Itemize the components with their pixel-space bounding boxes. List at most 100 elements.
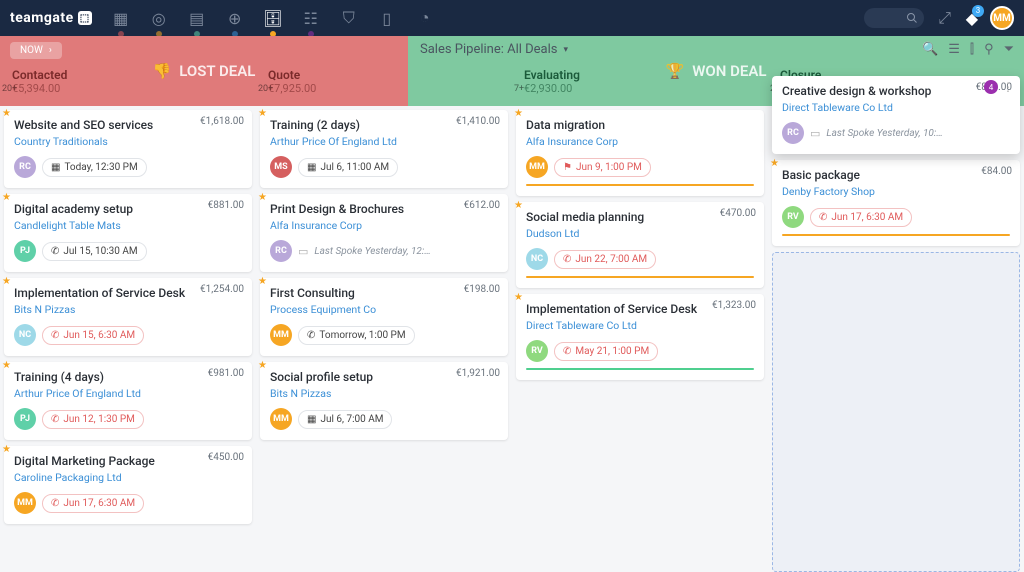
owner-avatar[interactable]: MM: [270, 324, 292, 346]
company-link[interactable]: Direct Tableware Co Ltd: [526, 319, 637, 332]
deal-card[interactable]: ★€612.00Print Design & BrochuresAlfa Ins…: [260, 194, 508, 272]
owner-avatar[interactable]: MS: [270, 156, 292, 178]
owner-avatar[interactable]: RC: [14, 156, 36, 178]
owner-avatar[interactable]: RC: [270, 240, 292, 262]
owner-avatar[interactable]: NC: [526, 248, 548, 270]
owner-avatar[interactable]: RV: [526, 340, 548, 362]
star-icon[interactable]: ★: [2, 108, 11, 119]
column-contacted: 20+ Contacted €5,394.00 ★€1,618.00Websit…: [0, 64, 256, 572]
deal-card[interactable]: ★Data migrationAlfa Insurance CorpMM⚑Jun…: [516, 110, 764, 196]
deal-card[interactable]: ★€1,618.00Website and SEO servicesCountr…: [4, 110, 252, 188]
card-menu-icon[interactable]: ⋮: [1002, 80, 1014, 94]
calendar-icon[interactable]: ☷: [302, 9, 320, 27]
company-link[interactable]: Arthur Price Of England Ltd: [270, 135, 397, 148]
globe-icon[interactable]: ⊕: [226, 9, 244, 27]
lock-icon[interactable]: ⛉: [340, 9, 358, 27]
company-link[interactable]: Bits N Pizzas: [14, 303, 75, 316]
company-link[interactable]: Caroline Packaging Ltd: [14, 471, 122, 484]
owner-avatar[interactable]: PJ: [14, 240, 36, 262]
activity-chip[interactable]: ✆Jun 17, 6:30 AM: [42, 494, 144, 513]
company-icon[interactable]: ▤: [188, 9, 206, 27]
company-link[interactable]: Dudson Ltd: [526, 227, 579, 240]
filter-icon[interactable]: ⏷: [1004, 42, 1014, 57]
owner-avatar[interactable]: NC: [14, 324, 36, 346]
pipeline-board: 👎 LOST DEAL 🏆 WON DEAL NOW › Sales Pipel…: [0, 36, 1024, 572]
deal-card[interactable]: ★€470.00Social media planningDudson LtdN…: [516, 202, 764, 288]
user-avatar[interactable]: MM: [990, 6, 1014, 30]
company-link[interactable]: Denby Factory Shop: [782, 185, 875, 198]
chart-icon[interactable]: ◔: [416, 9, 434, 27]
calendar-icon: ▦: [51, 162, 60, 173]
stats-icon[interactable]: ⫿: [970, 42, 974, 57]
now-filter[interactable]: NOW ›: [10, 42, 62, 59]
note-icon: ▭: [810, 127, 820, 140]
phone-icon: ✆: [307, 330, 315, 341]
owner-avatar[interactable]: RC: [782, 122, 804, 144]
star-icon[interactable]: ★: [2, 192, 11, 203]
company-link[interactable]: Arthur Price Of England Ltd: [14, 387, 141, 400]
activity-chip[interactable]: ✆May 21, 1:00 PM: [554, 342, 658, 361]
owner-avatar[interactable]: MM: [270, 408, 292, 430]
phone-icon: ⚑: [563, 162, 572, 173]
company-link[interactable]: Alfa Insurance Corp: [526, 135, 618, 148]
deals-icon[interactable]: 🗄: [264, 9, 282, 27]
deal-card[interactable]: ★€1,254.00Implementation of Service Desk…: [4, 278, 252, 356]
deal-card[interactable]: ★€1,323.00Implementation of Service Desk…: [516, 294, 764, 380]
star-icon[interactable]: ★: [258, 276, 267, 287]
star-icon[interactable]: ★: [258, 192, 267, 203]
deal-card[interactable]: ★€198.00First ConsultingProcess Equipmen…: [260, 278, 508, 356]
list-icon[interactable]: ☰: [948, 42, 960, 57]
activity-chip[interactable]: ▦Today, 12:30 PM: [42, 158, 147, 177]
company-link[interactable]: Process Equipment Co: [270, 303, 376, 316]
phone-icon: ✆: [51, 414, 59, 425]
activity-chip[interactable]: ✆Jun 12, 1:30 PM: [42, 410, 144, 429]
company-link[interactable]: Direct Tableware Co Ltd: [782, 101, 893, 114]
company-link[interactable]: Country Traditionals: [14, 135, 108, 148]
deal-card[interactable]: ★€450.00Digital Marketing PackageCarolin…: [4, 446, 252, 524]
dashboard-icon[interactable]: ▦: [112, 9, 130, 27]
star-icon[interactable]: ★: [514, 292, 523, 303]
pipeline-title[interactable]: Sales Pipeline: All Deals ▾: [420, 42, 568, 57]
target-icon[interactable]: ◎: [150, 9, 168, 27]
star-icon[interactable]: ★: [770, 158, 779, 169]
column-closure: 2+ Closure €894.00 €800.00 4 ⋮ Creative …: [768, 64, 1024, 572]
deal-card[interactable]: €800.00 4 ⋮ Creative design & workshop D…: [772, 76, 1020, 154]
deal-card[interactable]: ★€1,410.00Training (2 days)Arthur Price …: [260, 110, 508, 188]
owner-avatar[interactable]: RV: [782, 206, 804, 228]
star-icon[interactable]: ★: [258, 360, 267, 371]
star-icon[interactable]: ★: [2, 360, 11, 371]
notifications-icon[interactable]: ◆3: [966, 9, 978, 28]
deal-card[interactable]: ★€1,921.00Social profile setupBits N Piz…: [260, 362, 508, 440]
deal-card[interactable]: ★€881.00Digital academy setupCandlelight…: [4, 194, 252, 272]
owner-avatar[interactable]: PJ: [14, 408, 36, 430]
activity-chip[interactable]: ▦Jul 6, 11:00 AM: [298, 158, 398, 177]
deal-card[interactable]: ★€84.00Basic packageDenby Factory ShopRV…: [772, 160, 1020, 246]
clipboard-icon[interactable]: ▯: [378, 9, 396, 27]
activity-chip[interactable]: ✆Jun 22, 7:00 AM: [554, 250, 656, 269]
owner-avatar[interactable]: MM: [526, 156, 548, 178]
activity-chip[interactable]: ✆Tomorrow, 1:00 PM: [298, 326, 415, 345]
deal-card[interactable]: ★€981.00Training (4 days)Arthur Price Of…: [4, 362, 252, 440]
drop-placeholder[interactable]: [772, 252, 1020, 572]
search-input[interactable]: [864, 8, 924, 28]
pin-icon[interactable]: ⚲: [984, 42, 994, 57]
column-quote: 20+ Quote €7,925.00 ★€1,410.00Training (…: [256, 64, 512, 572]
search-icon[interactable]: 🔍: [922, 42, 938, 57]
logo[interactable]: teamgate⬚: [10, 10, 92, 26]
activity-chip[interactable]: ✆Jun 15, 6:30 AM: [42, 326, 144, 345]
star-icon[interactable]: ★: [2, 276, 11, 287]
activity-count-badge: 4: [984, 80, 998, 94]
activity-chip[interactable]: ✆Jul 15, 10:30 AM: [42, 242, 147, 261]
company-link[interactable]: Bits N Pizzas: [270, 387, 331, 400]
star-icon[interactable]: ★: [514, 108, 523, 119]
star-icon[interactable]: ★: [258, 108, 267, 119]
company-link[interactable]: Candlelight Table Mats: [14, 219, 121, 232]
star-icon[interactable]: ★: [2, 444, 11, 455]
activity-chip[interactable]: ⚑Jun 9, 1:00 PM: [554, 158, 651, 177]
company-link[interactable]: Alfa Insurance Corp: [270, 219, 362, 232]
expand-icon[interactable]: ⤢: [936, 9, 954, 27]
owner-avatar[interactable]: MM: [14, 492, 36, 514]
star-icon[interactable]: ★: [514, 200, 523, 211]
activity-chip[interactable]: ✆Jun 17, 6:30 AM: [810, 208, 912, 227]
activity-chip[interactable]: ▦Jul 6, 7:00 AM: [298, 410, 392, 429]
